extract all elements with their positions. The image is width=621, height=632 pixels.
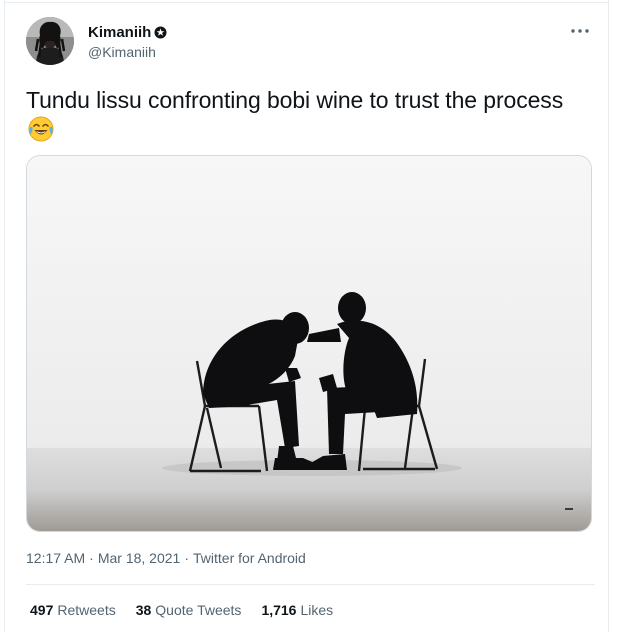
avatar-photo: [26, 17, 74, 65]
meta-separator: ·: [89, 550, 94, 566]
stat-label: Likes: [300, 602, 334, 618]
face-with-tears-of-joy-icon: [27, 115, 55, 143]
retweets-stat[interactable]: 497 Retweets: [30, 602, 116, 618]
tweet-source-link[interactable]: Twitter for Android: [193, 550, 306, 566]
author-block: Kimaniih @Kimaniih: [88, 23, 167, 60]
display-name[interactable]: Kimaniih: [88, 24, 151, 41]
frame-border-left: [4, 0, 5, 632]
more-options-icon: [571, 29, 589, 33]
quote-tweets-stat[interactable]: 38 Quote Tweets: [136, 602, 242, 618]
photo-two-men-on-chairs: [27, 156, 591, 531]
star-badge-icon: [154, 26, 167, 39]
tweet-text: Tundu lissu confronting bobi wine to tru…: [26, 87, 564, 113]
tweet-time-link[interactable]: 12:17 AM: [26, 550, 85, 566]
tweet-date-link[interactable]: Mar 18, 2021: [98, 550, 181, 566]
stat-label: Retweets: [57, 602, 116, 618]
divider: [26, 584, 595, 585]
meta-separator: ·: [184, 550, 189, 566]
more-options-button[interactable]: [569, 22, 591, 40]
handle[interactable]: @Kimaniih: [88, 44, 167, 60]
tweet-page: Kimaniih @Kimaniih Tundu lissu confronti…: [0, 0, 621, 632]
stat-count: 38: [135, 602, 152, 618]
frame-border-right: [608, 0, 609, 632]
frame-border-top: [4, 2, 609, 3]
engagement-stats: 497 Retweets 38 Quote Tweets 1,716 Likes: [30, 602, 353, 618]
likes-stat[interactable]: 1,716 Likes: [261, 602, 333, 618]
stat-count: 497: [30, 602, 54, 618]
display-name-row[interactable]: Kimaniih: [88, 23, 167, 42]
tweet-media-image[interactable]: [26, 155, 592, 532]
stat-count: 1,716: [261, 602, 297, 618]
timestamp-row: 12:17 AM · Mar 18, 2021 · Twitter for An…: [26, 550, 306, 566]
avatar[interactable]: [26, 17, 74, 65]
stat-label: Quote Tweets: [155, 602, 242, 618]
